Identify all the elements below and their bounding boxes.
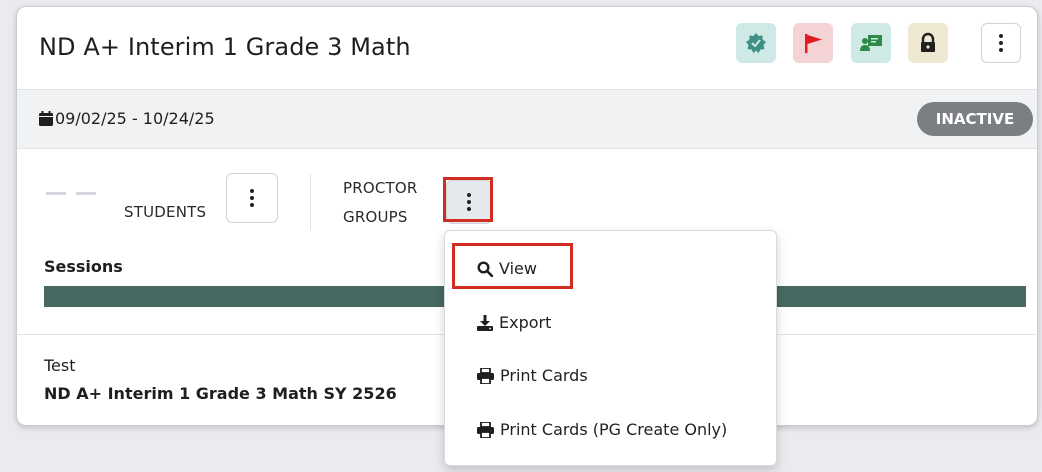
flag-icon[interactable] (793, 23, 833, 63)
menu-item-label: Print Cards (PG Create Only) (500, 420, 728, 439)
header-more-button[interactable] (981, 23, 1021, 63)
verified-badge-icon[interactable] (736, 23, 776, 63)
proctor-groups-label-line2: GROUPS (343, 208, 408, 226)
more-vertical-icon (250, 189, 254, 207)
more-vertical-icon (999, 34, 1003, 52)
menu-item-print-cards-pg-create-only[interactable]: Print Cards (PG Create Only) (477, 420, 727, 439)
proctor-groups-highlight (443, 177, 493, 222)
sessions-label: Sessions (44, 257, 123, 276)
status-badge: INACTIVE (917, 102, 1033, 136)
printer-icon (477, 367, 494, 384)
calendar-icon (39, 111, 53, 126)
menu-item-label: Export (499, 313, 552, 332)
test-name: ND A+ Interim 1 Grade 3 Math SY 2526 (44, 384, 397, 403)
menu-item-label: Print Cards (500, 366, 588, 385)
download-icon (477, 314, 493, 331)
menu-item-export[interactable]: Export (477, 313, 551, 332)
view-highlight (452, 243, 573, 289)
test-label: Test (44, 356, 76, 375)
date-range: 09/02/25 - 10/24/25 (39, 109, 215, 128)
card-header: ND A+ Interim 1 Grade 3 Math (17, 7, 1037, 90)
divider (310, 174, 311, 230)
students-more-button[interactable] (226, 173, 278, 223)
menu-item-print-cards[interactable]: Print Cards (477, 366, 588, 385)
placeholder-dash (76, 192, 96, 195)
proctor-icon[interactable] (851, 23, 891, 63)
page-title: ND A+ Interim 1 Grade 3 Math (39, 33, 411, 61)
date-row: 09/02/25 - 10/24/25 INACTIVE (17, 90, 1037, 149)
printer-icon (477, 421, 494, 438)
lock-icon[interactable] (908, 23, 948, 63)
date-range-text: 09/02/25 - 10/24/25 (55, 109, 215, 128)
proctor-groups-label-line1: PROCTOR (343, 179, 418, 197)
placeholder-dash (46, 192, 66, 195)
students-label: STUDENTS (124, 203, 207, 221)
